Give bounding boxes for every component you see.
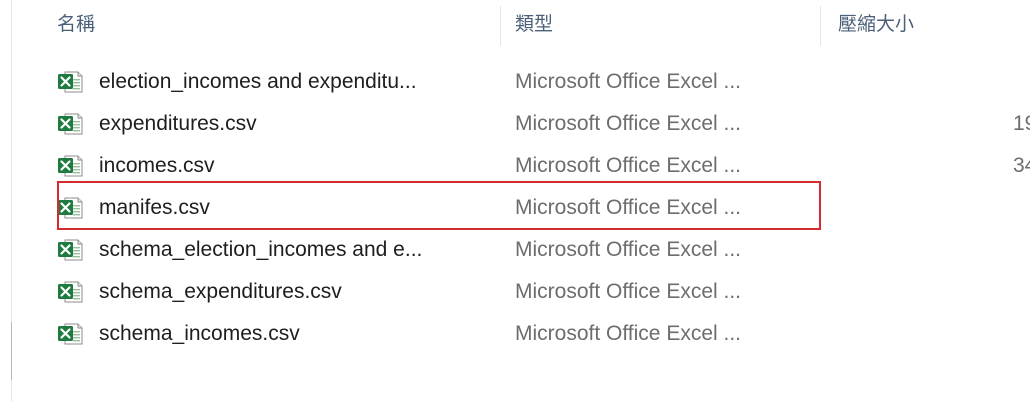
file-size: 349 [1012,154,1030,177]
file-name: schema_election_incomes and e... [99,238,423,261]
file-row[interactable]: schema_expenditures.csv Microsoft Office… [0,271,1030,313]
file-type: Microsoft Office Excel ... [515,238,742,261]
file-type: Microsoft Office Excel ... [515,196,742,219]
excel-csv-file-icon [57,196,84,220]
excel-csv-file-icon [57,112,84,136]
file-name: schema_expenditures.csv [99,280,342,303]
file-name: incomes.csv [99,154,215,177]
file-type: Microsoft Office Excel ... [515,280,742,303]
column-header-compressed-size[interactable]: 壓縮大小 [838,10,914,40]
file-name: manifes.csv [99,196,210,219]
excel-csv-file-icon [57,70,84,94]
file-type: Microsoft Office Excel ... [515,322,742,345]
column-separator[interactable] [500,6,501,46]
file-size: 198 [1012,112,1030,135]
file-type: Microsoft Office Excel ... [515,70,742,93]
file-name: election_incomes and expenditu... [99,70,417,93]
column-header-name[interactable]: 名稱 [57,10,95,40]
excel-csv-file-icon [57,154,84,178]
excel-csv-file-icon [57,280,84,304]
file-row[interactable]: manifes.csv Microsoft Office Excel ... 1 [0,187,1030,229]
excel-csv-file-icon [57,322,84,346]
file-type: Microsoft Office Excel ... [515,112,742,135]
file-type: Microsoft Office Excel ... [515,154,742,177]
column-header-type[interactable]: 類型 [515,10,553,40]
file-row[interactable]: election_incomes and expenditu... Micros… [0,61,1030,103]
file-list: election_incomes and expenditu... Micros… [0,61,1030,355]
file-name: schema_incomes.csv [99,322,300,345]
file-name: expenditures.csv [99,112,257,135]
file-row[interactable]: incomes.csv Microsoft Office Excel ... 3… [0,145,1030,187]
file-row[interactable]: expenditures.csv Microsoft Office Excel … [0,103,1030,145]
file-row[interactable]: schema_incomes.csv Microsoft Office Exce… [0,313,1030,355]
file-row[interactable]: schema_election_incomes and e... Microso… [0,229,1030,271]
column-header-bar: 名稱 類型 壓縮大小 [0,0,1030,48]
excel-csv-file-icon [57,238,84,262]
column-separator[interactable] [820,6,821,46]
